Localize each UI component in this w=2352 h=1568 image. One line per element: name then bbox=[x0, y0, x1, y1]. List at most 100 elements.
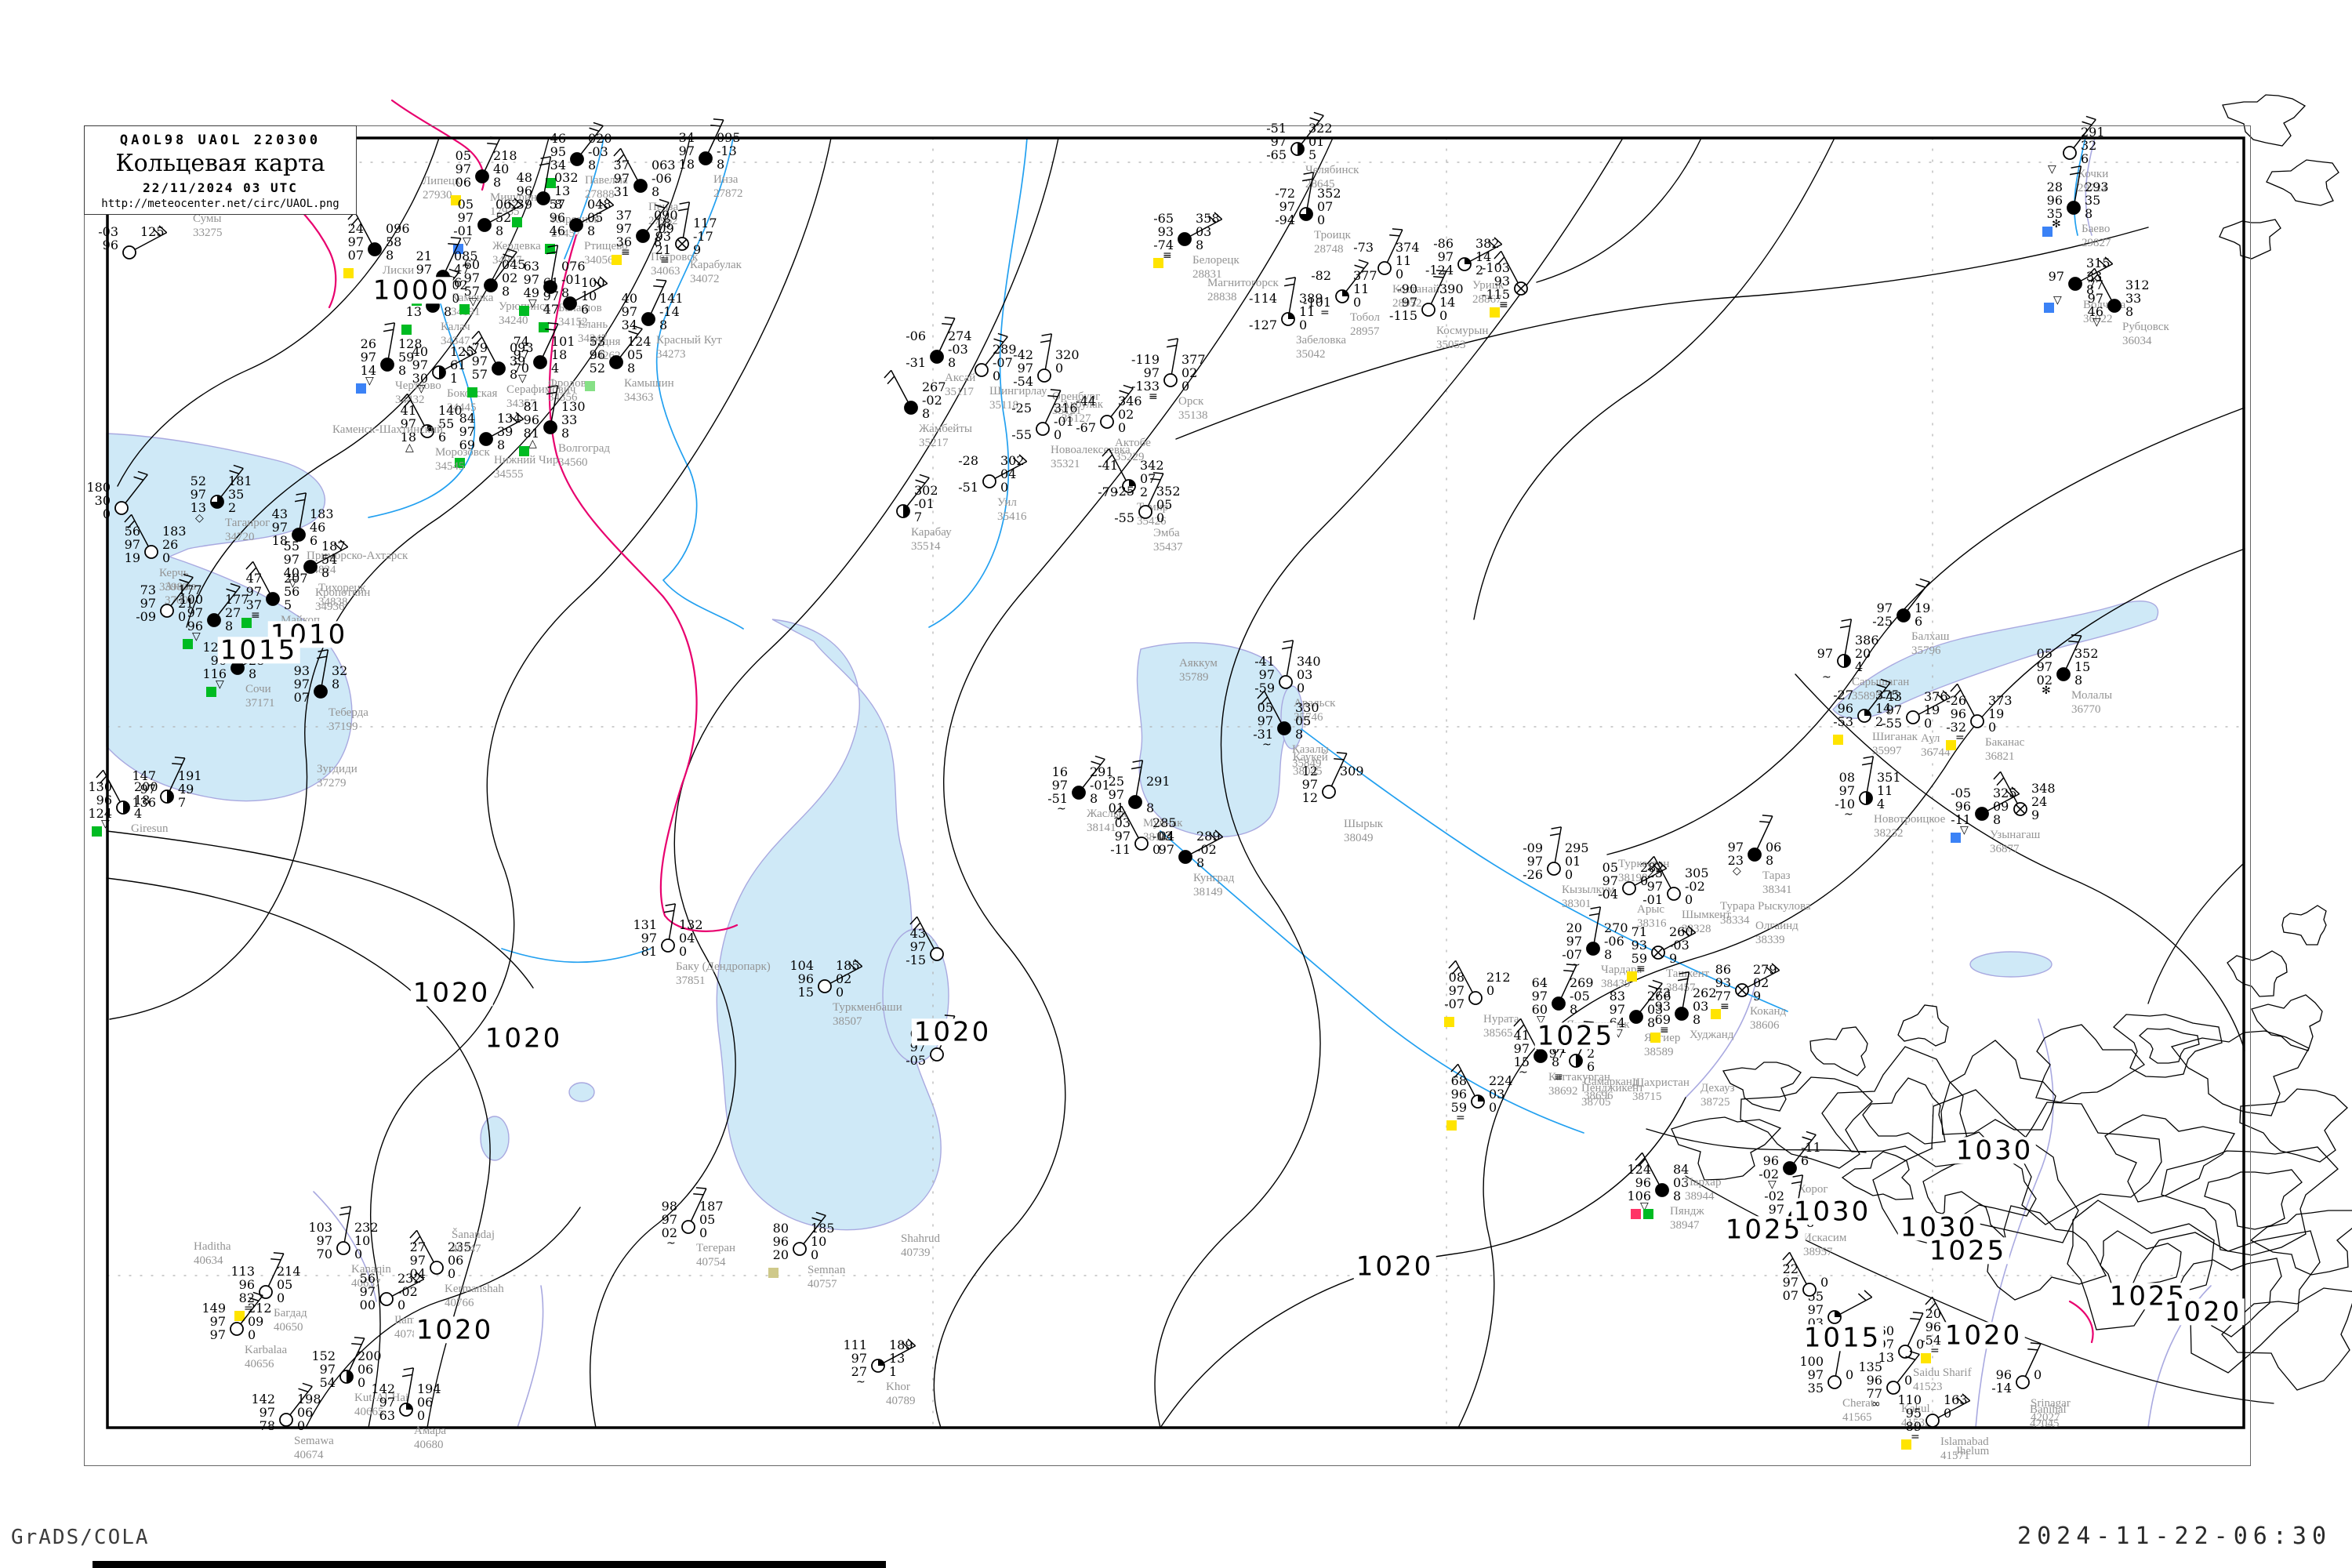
station-value-left: 96 bbox=[1927, 800, 1971, 813]
station-value-left: 97 bbox=[182, 1329, 226, 1341]
station-value-right: 125 bbox=[140, 226, 165, 238]
station-value-left: 97 bbox=[2060, 292, 2103, 305]
station-value-left: -25 bbox=[1091, 485, 1134, 498]
station-value-left: 97 bbox=[266, 678, 310, 691]
station-id: 35138 bbox=[1178, 408, 1208, 423]
marker-g bbox=[92, 826, 102, 837]
station-value-left: 97 bbox=[651, 145, 695, 158]
weather-symbol: ~ bbox=[666, 1238, 676, 1249]
station-value-left: -90 bbox=[1374, 283, 1417, 296]
station-value-left: -11 bbox=[1087, 844, 1131, 856]
station-plot-40739: Shahrud40739 bbox=[851, 1181, 960, 1291]
station-value-left: 56 bbox=[332, 1272, 376, 1285]
station-name: Зугдиди37279 bbox=[317, 762, 358, 790]
station-value-left: 05 bbox=[2009, 648, 2053, 660]
station-value-left: 80 bbox=[745, 1222, 789, 1235]
station-name: Коканд38606 bbox=[1750, 1004, 1786, 1033]
station-value-left: -02 bbox=[1740, 1190, 1784, 1203]
station-value-left: 73 bbox=[112, 584, 156, 597]
station-value-left: 03 bbox=[1087, 817, 1131, 829]
grads-credit: GrADS/COLA bbox=[11, 1526, 150, 1549]
station-value-left: 00 bbox=[332, 1299, 376, 1312]
render-timestamp: 2024-11-22-06:30 bbox=[2017, 1523, 2332, 1550]
station-value-left: 97 bbox=[444, 355, 488, 368]
station-id: 40757 bbox=[808, 1277, 845, 1291]
station-plot-35514: 302-017Карабау35514 bbox=[848, 456, 958, 566]
station-value-right: 4 bbox=[1877, 798, 1885, 811]
station-value-right: 10 bbox=[811, 1236, 826, 1248]
station-name: Khor40789 bbox=[886, 1380, 916, 1408]
station-id: 35053 bbox=[1436, 338, 1488, 352]
station-value-left: 37 bbox=[586, 159, 630, 172]
station-value-right: 0 bbox=[836, 986, 844, 999]
station-plot-40757: 809620185100Semnan40757 bbox=[745, 1194, 855, 1304]
station-value-left: 97 bbox=[1087, 830, 1131, 843]
weather-symbol: ~ bbox=[856, 1377, 866, 1388]
station-value-left: 30 bbox=[67, 495, 111, 507]
station-id: 40674 bbox=[294, 1448, 334, 1462]
marker-y bbox=[1444, 1017, 1454, 1027]
station-value-right: 20 bbox=[1855, 648, 1871, 660]
station-value-left: 97 bbox=[332, 351, 376, 364]
station-id: 35796 bbox=[1911, 644, 1949, 658]
station-value-right: 32 bbox=[2081, 140, 2096, 152]
station-value-left: 97 bbox=[182, 1316, 226, 1328]
station-value-left: 63 bbox=[351, 1410, 395, 1422]
isobar-label: 1020 bbox=[483, 1025, 565, 1051]
weather-symbol: = bbox=[1456, 1112, 1465, 1123]
station-value-right: 0 bbox=[679, 946, 687, 958]
station-value-right: 9 bbox=[1753, 990, 1761, 1003]
station-name: Рубцовск36034 bbox=[2122, 320, 2169, 348]
station-value-left: 07 bbox=[1755, 1290, 1798, 1302]
station-value-left: 93 bbox=[627, 230, 671, 243]
station-value-left: 142 bbox=[351, 1383, 395, 1396]
weather-symbol: ✻ bbox=[2042, 685, 2051, 696]
station-value-left: 26 bbox=[332, 338, 376, 350]
station-value-left: 77 bbox=[2060, 279, 2103, 292]
station-value-left: 96 bbox=[74, 239, 118, 252]
station-value-right: 212 bbox=[248, 1302, 272, 1315]
station-value-left: 96 bbox=[1423, 1088, 1467, 1101]
station-value-left: 05 bbox=[427, 150, 471, 162]
station-value-left: 147 bbox=[112, 770, 156, 782]
station-name: Semnan40757 bbox=[808, 1263, 845, 1291]
weather-symbol: = bbox=[1955, 732, 1965, 743]
station-value-right: 134 bbox=[497, 412, 521, 425]
station-value-left: 64 bbox=[1504, 977, 1548, 989]
station-id: 34560 bbox=[558, 456, 610, 470]
station-name: Молалы36770 bbox=[2071, 688, 2112, 717]
station-name: Орск35138 bbox=[1178, 394, 1208, 423]
station-name: Jhelum bbox=[1955, 1444, 1989, 1458]
station-value-right: 285 bbox=[1152, 817, 1177, 829]
station-value-left: 25 bbox=[1080, 775, 1124, 788]
station-plot-40674: 1429778198060Semawa40674 bbox=[231, 1365, 341, 1475]
station-value-left: 28 bbox=[2019, 181, 2063, 194]
station-value-left: 97 bbox=[1116, 367, 1160, 379]
station-plot-35437: -25-55352050Эмба35437 bbox=[1091, 457, 1200, 567]
station-value-left: 97 bbox=[320, 236, 364, 249]
station-plot: 348249 bbox=[1965, 754, 2075, 864]
station-value-left: 180 bbox=[67, 481, 111, 494]
station-id: 40789 bbox=[886, 1394, 916, 1408]
station-value-right: 0 bbox=[1156, 512, 1164, 524]
station-name: Каменск-Шахтинский bbox=[332, 423, 443, 437]
station-value-right: 32 bbox=[332, 665, 347, 677]
map-title: Кольцевая карта bbox=[85, 150, 356, 177]
station-value-right: 04 bbox=[1000, 468, 1016, 481]
station-value-left: 53 bbox=[561, 336, 605, 348]
station-value-left: 22 bbox=[1755, 1263, 1798, 1276]
station-value-left: 97 bbox=[2020, 270, 2064, 283]
station-plot: 180300 bbox=[67, 453, 176, 563]
station-value-right: 141 bbox=[659, 292, 684, 305]
weather-symbol: ▽ bbox=[2092, 317, 2101, 328]
station-value-right: 8 bbox=[627, 362, 635, 375]
station-value-right: 05 bbox=[627, 349, 643, 361]
station-plot-40754: 989702187050~Тегеран40754 bbox=[633, 1172, 743, 1282]
station-value-right: 15 bbox=[2074, 661, 2090, 673]
station-value-left: 08 bbox=[1421, 971, 1465, 984]
station-value-right: 352 bbox=[1156, 485, 1181, 498]
station-value-right: -02 bbox=[1196, 844, 1217, 856]
station-value-right: 0 bbox=[248, 1329, 256, 1341]
station-value-right: 130 bbox=[561, 401, 586, 413]
station-value-left: 97 bbox=[1619, 880, 1663, 893]
